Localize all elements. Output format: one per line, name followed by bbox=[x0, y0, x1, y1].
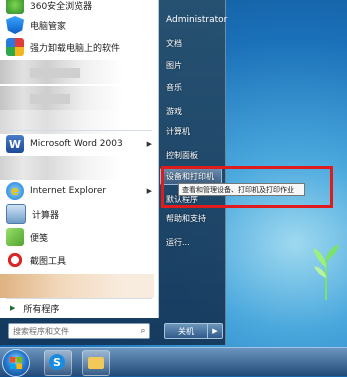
pinned-item-pc-manager[interactable]: 电脑管家 bbox=[2, 14, 156, 36]
browser-360-icon bbox=[6, 0, 24, 14]
separator bbox=[6, 298, 152, 299]
recent-item-word[interactable]: W Microsoft Word 2003 ▶ bbox=[2, 133, 156, 155]
recent-item-calculator[interactable]: 计算器 bbox=[2, 203, 156, 225]
taskbar-app-sogou[interactable]: S bbox=[44, 350, 72, 376]
blurred-item bbox=[0, 274, 154, 298]
pinned-item-uninstall[interactable]: 强力卸载电脑上的软件 bbox=[2, 36, 156, 58]
search-icon[interactable]: ⌕ bbox=[137, 325, 149, 337]
blurred-item bbox=[0, 86, 154, 110]
wallpaper-plant-icon bbox=[313, 244, 339, 300]
sticky-notes-icon bbox=[6, 228, 24, 246]
shutdown-button[interactable]: 关机 bbox=[164, 323, 208, 339]
blurred-item bbox=[0, 156, 154, 180]
windows-logo-icon bbox=[10, 357, 22, 369]
menu-item-computer[interactable]: 计算机 bbox=[166, 126, 190, 137]
snipping-tool-icon bbox=[6, 251, 24, 269]
blurred-text bbox=[30, 68, 80, 78]
pc-manager-icon bbox=[6, 16, 24, 34]
search-input[interactable]: 搜索程序和文件 ⌕ bbox=[8, 323, 150, 339]
ie-icon: e bbox=[6, 182, 24, 200]
submenu-arrow-icon[interactable]: ▶ bbox=[147, 140, 152, 148]
blurred-text bbox=[30, 94, 70, 104]
separator bbox=[6, 130, 152, 131]
menu-item-help[interactable]: 帮助和支持 bbox=[166, 213, 206, 224]
recent-item-ie[interactable]: e Internet Explorer ▶ bbox=[2, 180, 156, 202]
sogou-s-icon: S bbox=[49, 354, 65, 370]
menu-item-documents[interactable]: 文档 bbox=[166, 38, 182, 49]
start-button[interactable] bbox=[2, 349, 30, 377]
calculator-icon bbox=[6, 204, 26, 224]
shutdown-options-icon[interactable]: ▶ bbox=[207, 323, 223, 339]
annotation-highlight-box bbox=[161, 166, 333, 208]
menu-item-music[interactable]: 音乐 bbox=[166, 82, 182, 93]
play-arrow-icon: ▶ bbox=[10, 304, 16, 312]
menu-item-control-panel[interactable]: 控制面板 bbox=[166, 150, 198, 161]
uninstall-icon bbox=[6, 38, 24, 56]
programs-pane: 360安全浏览器 电脑管家 强力卸载电脑上的软件 W Microsoft Wor… bbox=[0, 0, 159, 318]
recent-item-sticky-notes[interactable]: 便笺 bbox=[2, 226, 156, 248]
user-name[interactable]: Administrator bbox=[166, 15, 227, 25]
menu-item-games[interactable]: 游戏 bbox=[166, 106, 182, 117]
word-icon: W bbox=[6, 135, 24, 153]
submenu-arrow-icon[interactable]: ▶ bbox=[147, 187, 152, 195]
folder-icon bbox=[88, 357, 104, 369]
recent-item-snipping-tool[interactable]: 截图工具 bbox=[2, 249, 156, 271]
taskbar: S bbox=[0, 347, 347, 377]
menu-item-pictures[interactable]: 图片 bbox=[166, 60, 182, 71]
menu-item-run[interactable]: 运行... bbox=[166, 237, 190, 248]
taskbar-app-explorer[interactable] bbox=[82, 350, 110, 376]
all-programs-button[interactable]: ▶ 所有程序 bbox=[0, 300, 156, 316]
